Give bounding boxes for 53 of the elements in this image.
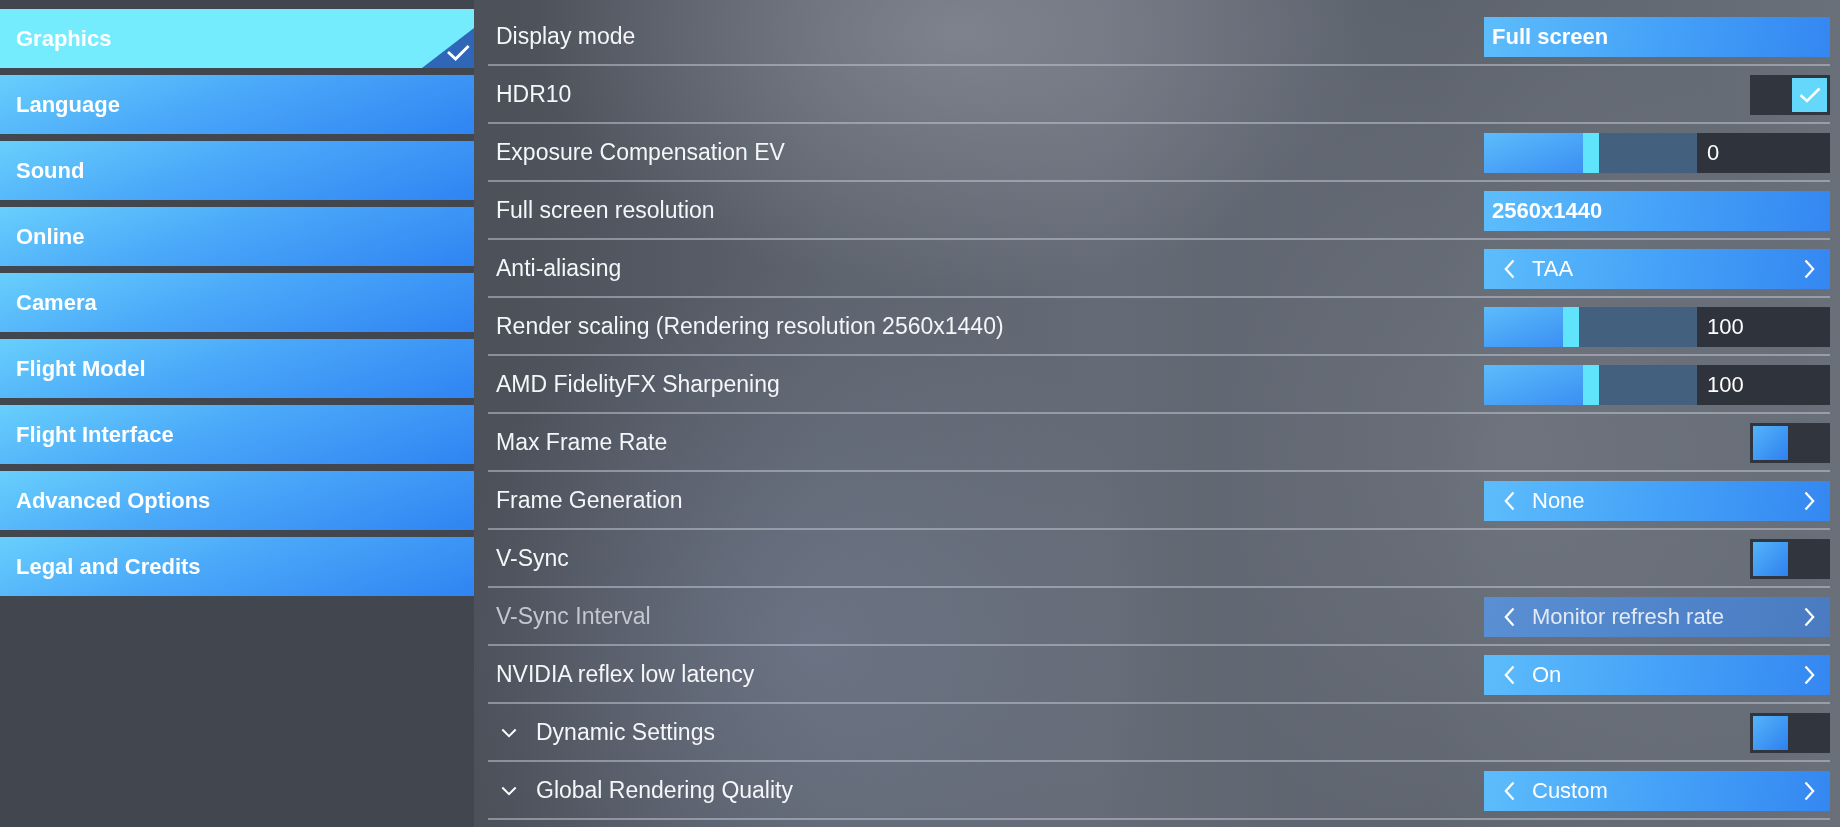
toggle-switch[interactable] [1750, 74, 1830, 115]
slider-value: 0 [1697, 132, 1830, 173]
setting-label: Anti-aliasing [496, 255, 622, 282]
toggle-thumb [1753, 715, 1788, 750]
sidebar-tab[interactable]: Camera [0, 273, 474, 332]
chevron-left-icon[interactable] [1504, 780, 1515, 801]
sidebar-tab[interactable]: Flight Model [0, 339, 474, 398]
toggle-switch[interactable] [1750, 538, 1830, 579]
checkmark-icon [1798, 86, 1821, 103]
setting-label: AMD FidelityFX Sharpening [496, 371, 780, 398]
option-stepper[interactable]: None [1484, 480, 1830, 521]
chevron-down-icon[interactable] [501, 727, 517, 738]
sidebar-tab[interactable]: Graphics [0, 9, 474, 68]
chevron-left-icon[interactable] [1504, 606, 1515, 627]
sidebar-tab[interactable]: Advanced Options [0, 471, 474, 530]
chevron-left-icon[interactable] [1504, 258, 1515, 279]
slider-value: 100 [1697, 306, 1830, 347]
sidebar-tab[interactable]: Sound [0, 141, 474, 200]
option-stepper[interactable]: On [1484, 654, 1830, 695]
setting-label: Display mode [496, 23, 636, 50]
toggle-thumb [1753, 425, 1788, 460]
option-selector[interactable]: 2560x1440 [1484, 190, 1830, 231]
setting-label: Frame Generation [496, 487, 683, 514]
sidebar-tab[interactable]: Online [0, 207, 474, 266]
chevron-left-icon[interactable] [1504, 490, 1515, 511]
setting-label: Exposure Compensation EV [496, 139, 785, 166]
toggle-thumb [1753, 541, 1788, 576]
setting-label: V-Sync [496, 545, 569, 572]
setting-label: Full screen resolution [496, 197, 715, 224]
toggle-switch[interactable] [1750, 712, 1830, 753]
chevron-down-icon[interactable] [501, 785, 517, 796]
chevron-right-icon[interactable] [1804, 780, 1815, 801]
option-stepper[interactable]: TAA [1484, 248, 1830, 289]
slider-value: 100 [1697, 364, 1830, 405]
chevron-right-icon[interactable] [1804, 606, 1815, 627]
toggle-switch[interactable] [1750, 422, 1830, 463]
chevron-right-icon[interactable] [1804, 258, 1815, 279]
chevron-right-icon[interactable] [1804, 490, 1815, 511]
setting-label: Max Frame Rate [496, 429, 668, 456]
setting-label: Global Rendering Quality [536, 777, 793, 804]
setting-label: NVIDIA reflex low latency [496, 661, 755, 688]
setting-label: Dynamic Settings [536, 719, 715, 746]
option-selector[interactable]: Full screen [1484, 16, 1830, 57]
sidebar-tab[interactable]: Legal and Credits [0, 537, 474, 596]
option-stepper[interactable]: Custom [1484, 770, 1830, 811]
chevron-right-icon[interactable] [1804, 664, 1815, 685]
checkmark-icon [422, 28, 474, 68]
setting-label: Render scaling (Rendering resolution 2560x1440) [496, 313, 1004, 340]
chevron-left-icon[interactable] [1504, 664, 1515, 685]
setting-label: V-Sync Interval [496, 603, 651, 630]
sidebar-tab[interactable]: Flight Interface [0, 405, 474, 464]
sidebar-tab[interactable]: Language [0, 75, 474, 134]
setting-label: HDR10 [496, 81, 572, 108]
